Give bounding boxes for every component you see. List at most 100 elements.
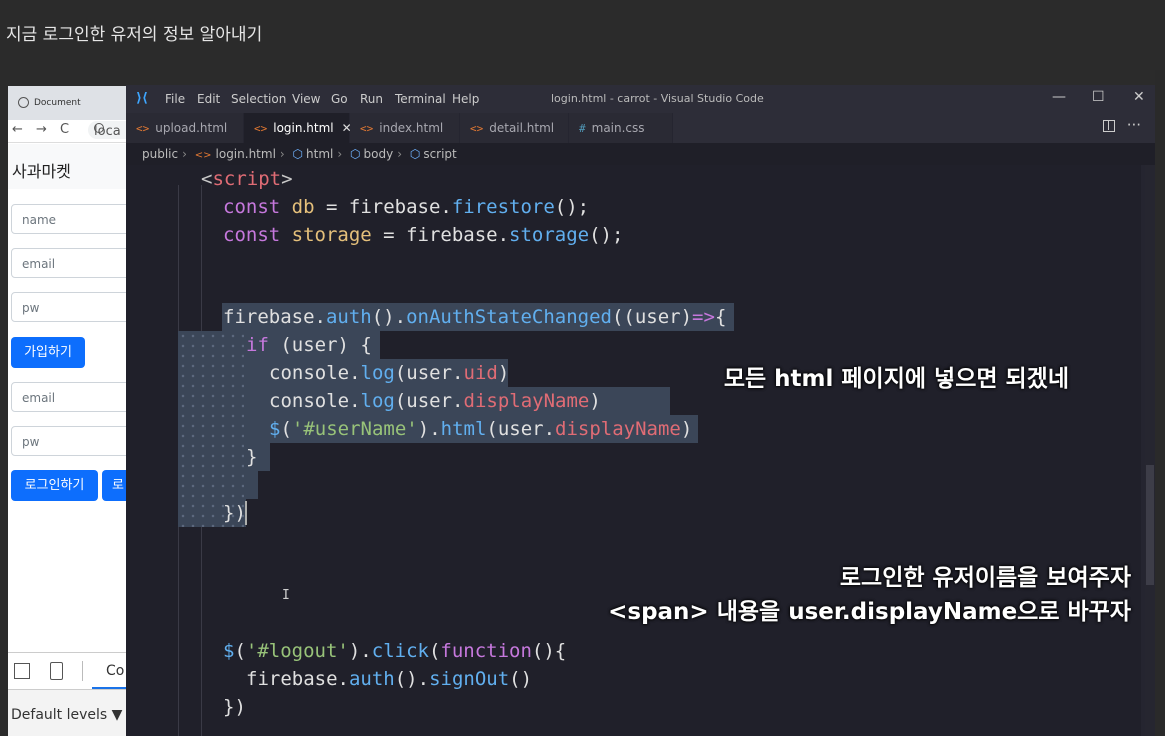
dot: . bbox=[497, 224, 510, 246]
menu-help[interactable]: Help bbox=[452, 92, 479, 106]
html-file-icon: <> bbox=[470, 122, 484, 135]
browser-tab-title: Document bbox=[34, 98, 81, 108]
code-line-13: }) bbox=[223, 696, 246, 718]
object: firebase bbox=[406, 224, 498, 246]
function-name: html bbox=[440, 418, 487, 440]
dot: . bbox=[314, 306, 326, 328]
breadcrumb-public[interactable]: public bbox=[142, 147, 178, 161]
devtools-panel: Co Default levels ▼ bbox=[8, 652, 126, 736]
titlebar: ⟩⟨ File Edit Selection View Go Run Termi… bbox=[126, 85, 1155, 113]
code-line-5: if (user) { bbox=[246, 331, 372, 359]
text-cursor bbox=[245, 501, 247, 525]
vertical-scrollbar[interactable] bbox=[1145, 165, 1155, 736]
menu-view[interactable]: View bbox=[292, 92, 320, 106]
site-brand[interactable]: 사과마켓 bbox=[12, 158, 71, 182]
vscode-logo-icon: ⟩⟨ bbox=[136, 91, 148, 106]
signup-button[interactable]: 가입하기 bbox=[11, 337, 85, 368]
property: uid bbox=[463, 362, 498, 384]
punct: ( bbox=[234, 640, 246, 662]
forward-button[interactable]: → bbox=[36, 122, 47, 137]
keyword: if bbox=[246, 334, 269, 356]
tag-open: < bbox=[201, 168, 213, 190]
condition: (user) { bbox=[268, 334, 372, 356]
menu-edit[interactable]: Edit bbox=[197, 92, 220, 106]
keyword: const bbox=[223, 196, 281, 218]
editor-tabs: <> upload.html <> login.html ✕ <> index.html… bbox=[126, 113, 1155, 143]
close-window-button[interactable]: ✕ bbox=[1133, 89, 1145, 105]
tab-index-html[interactable]: <> index.html bbox=[350, 113, 460, 143]
function-name: log bbox=[360, 362, 395, 384]
code-line-1: <script> bbox=[201, 165, 293, 193]
signup-pw-input[interactable]: pw bbox=[11, 292, 126, 322]
device-toolbar-icon[interactable] bbox=[50, 662, 63, 680]
signup-name-input[interactable]: name bbox=[11, 204, 126, 234]
keyword: function bbox=[440, 640, 532, 662]
punct: (). bbox=[394, 668, 430, 690]
punct: (user. bbox=[394, 390, 464, 412]
split-editor-icon[interactable] bbox=[1103, 120, 1115, 132]
dot: . bbox=[440, 196, 452, 218]
tab-login-html[interactable]: <> login.html ✕ bbox=[244, 113, 352, 143]
login-button[interactable]: 로그인하기 bbox=[11, 470, 98, 501]
tab-label: upload.html bbox=[155, 121, 228, 135]
menu-file[interactable]: File bbox=[165, 92, 185, 106]
script-tag: script bbox=[212, 168, 282, 190]
punct: () bbox=[509, 668, 533, 690]
log-levels-dropdown[interactable]: Default levels ▼ bbox=[11, 707, 122, 723]
window-edge bbox=[1155, 70, 1165, 736]
menu-selection[interactable]: Selection bbox=[231, 92, 286, 106]
punct: ( bbox=[280, 418, 292, 440]
punct: (); bbox=[554, 196, 590, 218]
function-name: auth bbox=[325, 306, 372, 328]
dot: . bbox=[349, 362, 361, 384]
address-bar[interactable]: loca bbox=[88, 121, 126, 139]
menu-go[interactable]: Go bbox=[331, 92, 348, 106]
login-email-input[interactable]: email bbox=[11, 382, 126, 412]
address-bar-url: loca bbox=[94, 124, 121, 139]
code-editor[interactable]: <script> const db = firebase.firestore()… bbox=[126, 165, 1155, 736]
signup-email-input[interactable]: email bbox=[11, 248, 126, 278]
scrollbar-thumb[interactable] bbox=[1146, 465, 1154, 585]
more-actions-icon[interactable]: ··· bbox=[1127, 116, 1141, 134]
punct: ((user) bbox=[611, 306, 693, 328]
menu-terminal[interactable]: Terminal bbox=[395, 92, 446, 106]
browser-tabstrip: Document bbox=[8, 86, 126, 120]
breadcrumb-login-html[interactable]: login.html bbox=[216, 147, 276, 161]
menu-run[interactable]: Run bbox=[360, 92, 383, 106]
toolbar-divider bbox=[82, 661, 83, 681]
caption-2-line1: 로그인한 유저이름을 보여주자 bbox=[839, 565, 1131, 591]
maximize-button[interactable]: ☐ bbox=[1092, 89, 1105, 105]
reload-button[interactable]: C bbox=[60, 122, 69, 137]
browser-tab[interactable]: Document bbox=[18, 97, 81, 108]
html-file-icon: <> bbox=[136, 122, 150, 135]
tab-upload-html[interactable]: <> upload.html bbox=[126, 113, 244, 143]
browser-navbar: ← → C loca bbox=[8, 120, 126, 143]
breadcrumb-body[interactable]: body bbox=[364, 147, 394, 161]
minimize-button[interactable]: — bbox=[1052, 89, 1066, 105]
punct: ) bbox=[680, 418, 693, 440]
breadcrumb-html[interactable]: html bbox=[306, 147, 333, 161]
inspect-element-icon[interactable] bbox=[14, 663, 30, 679]
punct: (){ bbox=[531, 640, 567, 662]
code-line-2: const db = firebase.firestore(); bbox=[223, 193, 589, 221]
vscode-window: ⟩⟨ File Edit Selection View Go Run Termi… bbox=[126, 85, 1155, 736]
code-line-3: const storage = firebase.storage(); bbox=[223, 221, 623, 249]
tab-console[interactable]: Co bbox=[106, 663, 124, 679]
dot: . bbox=[349, 390, 361, 412]
dot: . bbox=[337, 668, 349, 690]
punct: ( bbox=[428, 640, 441, 662]
tab-label: login.html bbox=[273, 121, 334, 135]
tab-detail-html[interactable]: <> detail.html bbox=[460, 113, 569, 143]
breadcrumb-script[interactable]: script bbox=[423, 147, 456, 161]
login-pw-input[interactable]: pw bbox=[11, 426, 126, 456]
arrow: => bbox=[692, 306, 715, 328]
tab-main-css[interactable]: # main.css bbox=[569, 113, 673, 143]
caption-1: 모든 html 페이지에 넣으면 되겠네 bbox=[723, 366, 1069, 392]
code-line-4: firebase.auth().onAuthStateChanged((user… bbox=[223, 303, 726, 331]
symbol-icon: ⬡ bbox=[350, 147, 361, 161]
caption-2-line2: <span> 내용을 user.displayName으로 바꾸자 bbox=[608, 599, 1131, 625]
tag-close: > bbox=[281, 168, 293, 190]
function-name: signOut bbox=[429, 668, 510, 690]
back-button[interactable]: ← bbox=[12, 122, 23, 137]
logout-button[interactable]: 로 bbox=[102, 470, 126, 501]
